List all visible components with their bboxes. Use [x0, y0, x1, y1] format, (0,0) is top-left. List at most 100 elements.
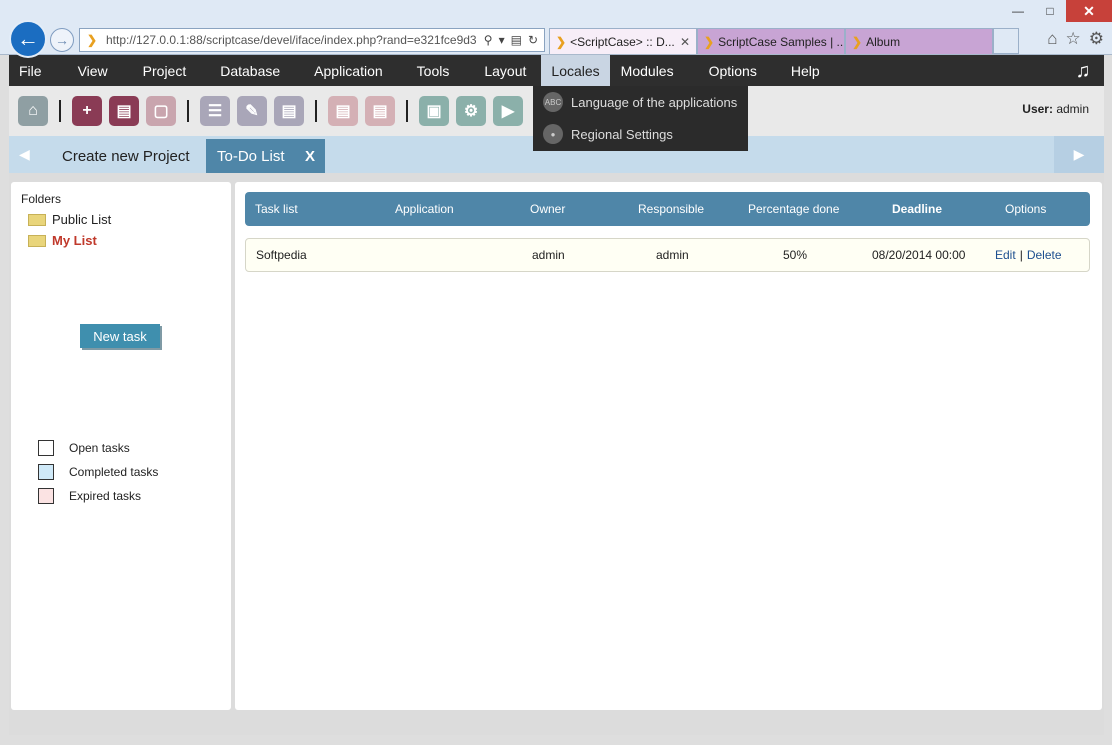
table-row: Softpedia admin admin 50% 08/20/2014 00:… — [245, 238, 1090, 272]
menu-bar: File View Project Database Application T… — [9, 55, 1104, 86]
documents-icon[interactable]: ▤ — [365, 96, 395, 126]
edit-link[interactable]: Edit — [995, 248, 1016, 262]
header-percentage-done[interactable]: Percentage done — [748, 192, 839, 226]
address-bar[interactable]: ❯ http://127.0.0.1:88/scriptcase/devel/i… — [79, 28, 545, 52]
close-tab-icon[interactable]: X — [305, 148, 315, 165]
close-window-icon[interactable]: ✕ — [1066, 0, 1112, 22]
legend-swatch — [38, 488, 54, 504]
menu-locales[interactable]: Locales — [541, 55, 610, 86]
browser-tab[interactable]: ❯ <ScriptCase> :: D... ✕ — [549, 28, 697, 54]
header-deadline[interactable]: Deadline — [892, 192, 942, 226]
browser-tab-label: <ScriptCase> :: D... — [570, 34, 675, 49]
legend-open-tasks: Open tasks — [38, 440, 130, 456]
folder-my-list[interactable]: My List — [28, 233, 97, 248]
legend-label: Open tasks — [69, 441, 130, 455]
edit-application-icon[interactable]: ✎ — [237, 96, 267, 126]
generate-gear-icon[interactable]: ⚙ — [456, 96, 486, 126]
address-tools: ⚲ ▾ ▤ ↻ — [484, 33, 544, 47]
new-task-button[interactable]: New task — [80, 324, 160, 348]
menu-view[interactable]: View — [68, 55, 118, 86]
tab-todo-list[interactable]: To-Do List X — [206, 139, 325, 173]
menu-help[interactable]: Help — [781, 55, 830, 86]
browser-tab[interactable]: ❯ Album — [845, 28, 993, 54]
project-copy-icon[interactable]: ▢ — [146, 96, 176, 126]
menu-layout[interactable]: Layout — [474, 55, 536, 86]
tab-create-new-project[interactable]: Create new Project — [52, 139, 202, 173]
folder-label: Public List — [52, 212, 112, 227]
folder-icon — [28, 213, 46, 226]
cell-owner: admin — [532, 248, 565, 262]
database-icon[interactable]: ▤ — [274, 96, 304, 126]
run-icon[interactable]: ▶ — [493, 96, 523, 126]
tab-label: Create new Project — [62, 147, 190, 165]
folders-title: Folders — [21, 192, 62, 206]
menu-modules[interactable]: Modules — [611, 55, 684, 86]
menu-project[interactable]: Project — [133, 55, 197, 86]
folders-panel: Folders Public List My List New task Ope… — [11, 182, 231, 710]
locales-dropdown: ABC Language of the applications ● Regio… — [533, 86, 748, 151]
new-tab-button[interactable] — [993, 28, 1019, 54]
tab-favicon-icon: ❯ — [704, 34, 715, 49]
toolbar-separator — [406, 100, 408, 122]
folder-public-list[interactable]: Public List — [28, 212, 111, 227]
open-project-icon[interactable]: ▤ — [109, 96, 139, 126]
tab-label: To-Do List — [217, 147, 285, 165]
menu-application[interactable]: Application — [304, 55, 393, 86]
tab-favicon-icon: ❯ — [556, 34, 567, 49]
menu-file[interactable]: File — [9, 55, 52, 86]
delete-link[interactable]: Delete — [1027, 248, 1062, 262]
globe-icon: ● — [543, 124, 563, 144]
browser-tab-label: ScriptCase Samples | ... — [718, 34, 845, 49]
header-responsible[interactable]: Responsible — [638, 192, 704, 226]
options-separator: | — [1019, 248, 1023, 262]
url-text[interactable]: http://127.0.0.1:88/scriptcase/devel/ifa… — [106, 33, 484, 47]
menu-tools[interactable]: Tools — [407, 55, 460, 86]
home-icon[interactable]: ⌂ — [1047, 29, 1057, 49]
browser-icons: ⌂ ☆ ⚙ — [1047, 29, 1104, 49]
scroll-right-icon[interactable]: ▶ — [1054, 136, 1104, 173]
header-application[interactable]: Application — [395, 192, 454, 226]
legend-label: Completed tasks — [69, 465, 159, 479]
user-label: User: — [1022, 102, 1053, 116]
main-area: Folders Public List My List New task Ope… — [9, 173, 1104, 735]
folder-label: My List — [52, 233, 97, 248]
legend-swatch — [38, 440, 54, 456]
cell-deadline: 08/20/2014 00:00 — [872, 248, 966, 262]
browser-tab[interactable]: ❯ ScriptCase Samples | ... — [697, 28, 845, 54]
save-icon[interactable]: ▣ — [419, 96, 449, 126]
document-icon[interactable]: ▤ — [328, 96, 358, 126]
header-options: Options — [1005, 202, 1047, 216]
browser-chrome: — □ ✕ ← → ❯ http://127.0.0.1:88/scriptca… — [0, 0, 1112, 58]
menu-options[interactable]: Options — [699, 55, 767, 86]
settings-gear-icon[interactable]: ⚙ — [1089, 29, 1104, 49]
minimize-icon[interactable]: — — [1002, 0, 1034, 22]
header-task-list[interactable]: Task list — [255, 192, 298, 226]
legend-swatch — [38, 464, 54, 480]
menu-database[interactable]: Database — [210, 55, 290, 86]
home-icon[interactable]: ⌂ — [18, 96, 48, 126]
compat-view-icon[interactable]: ▤ — [511, 33, 522, 47]
refresh-icon[interactable]: ↻ — [528, 33, 538, 47]
menu-item-label: Language of the applications — [571, 94, 738, 110]
back-arrow-icon[interactable]: ← — [9, 20, 47, 58]
search-icon[interactable]: ⚲ — [484, 33, 493, 47]
notification-bell-icon[interactable]: ♫ — [1070, 58, 1096, 84]
menu-item-language[interactable]: ABC Language of the applications — [533, 86, 748, 118]
table-header: Task list Application Owner Responsible … — [245, 192, 1090, 226]
forward-arrow-icon[interactable]: → — [50, 28, 74, 52]
toolbar-separator — [315, 100, 317, 122]
cell-percent: 50% — [783, 248, 808, 262]
scroll-left-icon[interactable]: ◀ — [19, 146, 30, 163]
header-owner[interactable]: Owner — [530, 192, 565, 226]
new-project-icon[interactable]: + — [72, 96, 102, 126]
browser-tabs: ❯ <ScriptCase> :: D... ✕ ❯ ScriptCase Sa… — [549, 28, 1019, 54]
maximize-icon[interactable]: □ — [1034, 0, 1066, 22]
site-favicon-icon: ❯ — [86, 33, 98, 47]
new-application-icon[interactable]: ☰ — [200, 96, 230, 126]
tab-close-icon[interactable]: ✕ — [680, 35, 690, 49]
tab-favicon-icon: ❯ — [852, 34, 863, 49]
menu-item-regional-settings[interactable]: ● Regional Settings — [533, 118, 748, 150]
dropdown-arrow-icon[interactable]: ▾ — [499, 33, 505, 47]
menu-item-label: Regional Settings — [571, 126, 673, 142]
favorites-star-icon[interactable]: ☆ — [1066, 29, 1081, 49]
